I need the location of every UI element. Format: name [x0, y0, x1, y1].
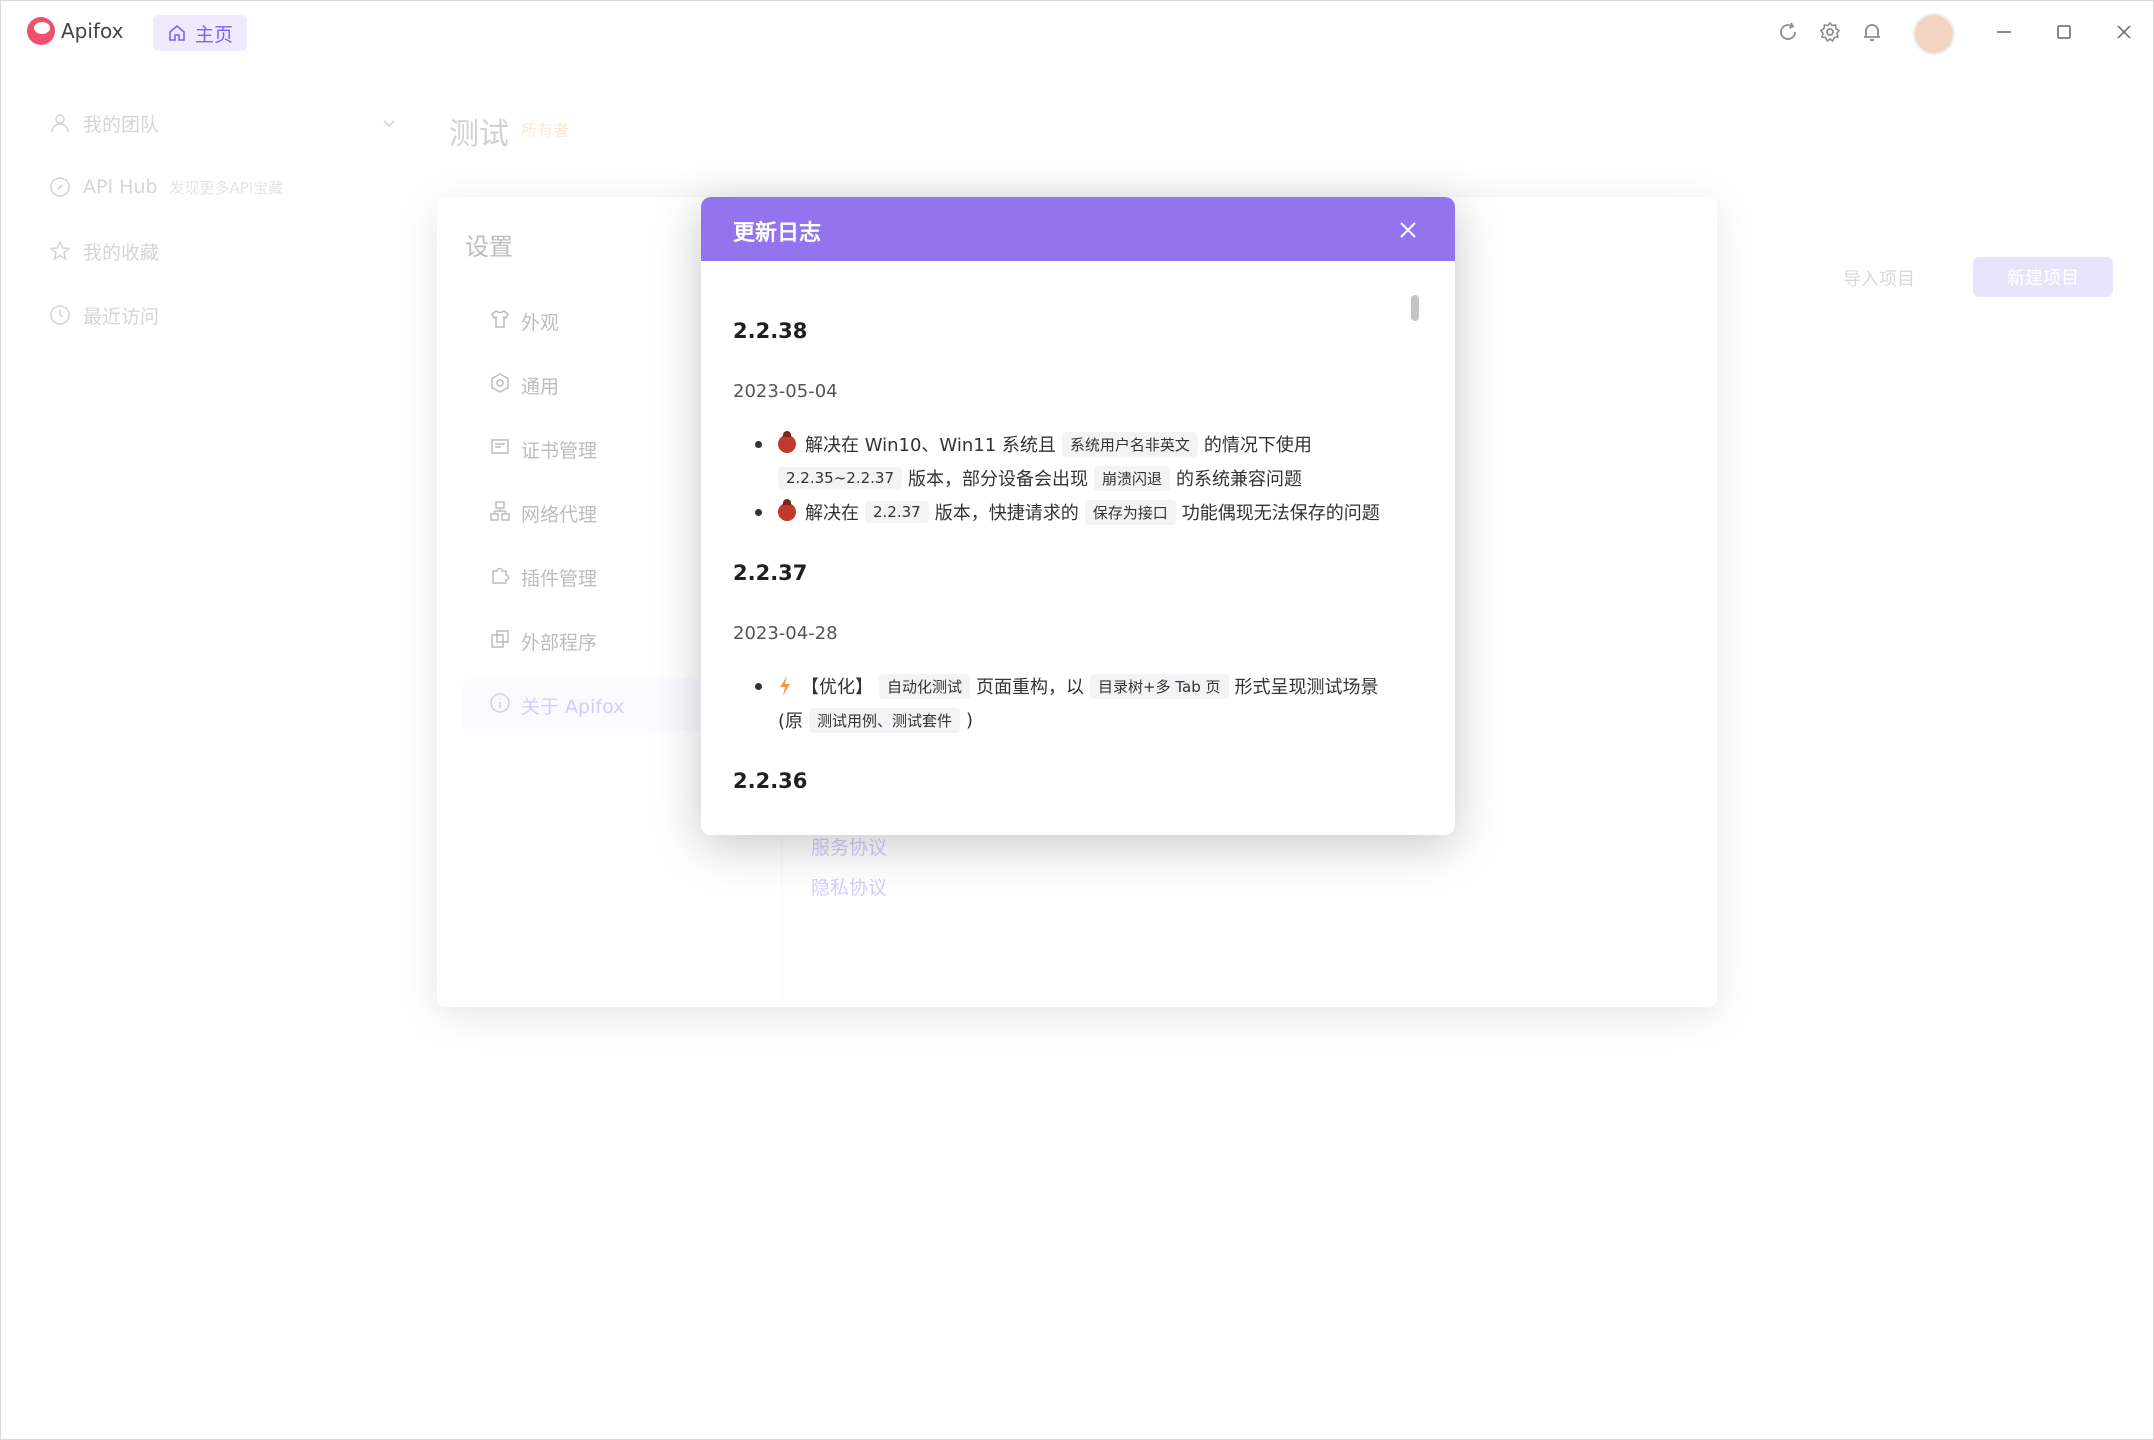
release-version: 2.2.38	[733, 319, 808, 343]
changelog-modal: 更新日志 2.2.38 2023-05-04 解决在 Win10、Win11 系…	[701, 197, 1455, 835]
release-version: 2.2.36	[733, 769, 808, 793]
list-item-text: 解决在	[805, 503, 859, 524]
sidebar-item-sub: 发现更多API宝藏	[169, 178, 284, 197]
star-icon	[49, 240, 71, 261]
bug-icon	[778, 499, 796, 521]
owner-badge: 所有者	[521, 121, 570, 140]
list-item: 解决在 2.2.37 版本，快捷请求的 保存为接口 功能偶现无法保存的问题	[733, 497, 1380, 527]
title-bar: Apifox 主页	[1, 1, 2153, 63]
clock-icon	[50, 305, 70, 325]
import-project-button[interactable]: 导入项目	[1843, 265, 1915, 291]
list-item-text: (原	[778, 711, 804, 732]
changelog-header: 更新日志	[701, 197, 1455, 261]
list-item-text: 形式呈现测试场景	[1234, 677, 1379, 698]
service-agreement-link[interactable]: 服务协议	[811, 833, 887, 860]
bug-icon	[778, 431, 796, 453]
list-item-text: 版本，部分设备会出现	[908, 469, 1088, 490]
release-version: 2.2.37	[733, 561, 808, 585]
bullet	[755, 440, 762, 448]
list-item-text: 【优化】	[801, 677, 873, 698]
list-item-text: 的情况下使用	[1203, 435, 1312, 456]
sidebar-item-team[interactable]: 我的团队	[49, 107, 397, 139]
inline-code: 测试用例、测试套件	[809, 707, 961, 733]
changelog-title: 更新日志	[733, 221, 822, 246]
info-icon	[489, 692, 511, 719]
network-icon	[489, 500, 511, 527]
inline-code: 2.2.35~2.2.37	[778, 467, 902, 489]
settings-menu-label: 关于 Apifox	[521, 695, 625, 718]
gear-icon[interactable]	[1817, 19, 1843, 45]
tab-home-label: 主页	[195, 23, 234, 46]
app-name: Apifox	[61, 19, 124, 43]
inline-code: 崩溃闪退	[1094, 465, 1171, 491]
settings-menu-label: 通用	[521, 375, 560, 398]
user-icon	[51, 114, 69, 133]
privacy-policy-link[interactable]: 隐私协议	[811, 873, 887, 900]
inline-code: 自动化测试	[879, 673, 971, 699]
sidebar-item-label: 我的收藏	[83, 241, 160, 264]
list-item-continuation: (原 测试用例、测试套件 )	[778, 705, 973, 735]
sidebar-item-recent[interactable]: 最近访问	[49, 299, 159, 331]
list-item-text: 功能偶现无法保存的问题	[1181, 503, 1380, 524]
shirt-icon	[489, 308, 511, 335]
sidebar-item-api-hub[interactable]: API Hub 发现更多API宝藏	[49, 171, 283, 203]
window-close-icon[interactable]	[2109, 17, 2139, 47]
inline-code: 保存为接口	[1084, 499, 1176, 525]
certificate-icon	[489, 436, 511, 463]
list-item: 解决在 Win10、Win11 系统且 系统用户名非英文 的情况下使用	[733, 429, 1312, 459]
apifox-logo-icon	[27, 17, 55, 45]
new-project-button[interactable]: 新建项目	[1973, 257, 2113, 297]
list-item-text: )	[966, 709, 974, 731]
bell-icon[interactable]	[1859, 19, 1885, 45]
settings-menu-label: 外部程序	[521, 631, 598, 654]
changelog-close-icon[interactable]	[1395, 217, 1421, 243]
settings-menu-label: 插件管理	[521, 567, 598, 590]
bullet	[755, 682, 762, 690]
app-window: Apifox 主页 我的团队 API Hub 发现更多API宝藏 我的收藏 最近…	[0, 0, 2154, 1440]
bullet	[755, 508, 762, 516]
puzzle-icon	[489, 564, 511, 591]
changelog-scrollbar[interactable]	[1411, 295, 1419, 321]
settings-menu-label: 外观	[521, 311, 560, 334]
list-item-text: 的系统兼容问题	[1176, 469, 1303, 490]
sidebar-item-label: API Hub	[83, 176, 158, 198]
external-window-icon	[489, 628, 511, 655]
hexagon-gear-icon	[489, 372, 511, 399]
list-item-text: 解决在 Win10、Win11 系统且	[805, 435, 1056, 456]
sidebar-item-label: 我的团队	[83, 113, 160, 136]
page-title: 测试	[449, 117, 509, 152]
sync-icon[interactable]	[1775, 19, 1801, 45]
user-avatar[interactable]	[1913, 13, 1955, 55]
list-item-continuation: 2.2.35~2.2.37 版本，部分设备会出现 崩溃闪退 的系统兼容问题	[778, 463, 1302, 493]
compass-icon	[50, 177, 70, 197]
list-item: 【优化】 自动化测试 页面重构，以 目录树+多 Tab 页 形式呈现测试场景	[733, 671, 1379, 701]
settings-title: 设置	[465, 233, 513, 261]
settings-menu-label: 证书管理	[521, 439, 598, 462]
list-item-text: 页面重构，以	[976, 677, 1085, 698]
tab-home[interactable]: 主页	[153, 15, 248, 51]
chevron-down-icon	[383, 120, 395, 128]
sidebar-item-label: 最近访问	[83, 305, 160, 328]
inline-code: 2.2.37	[865, 501, 929, 523]
inline-code: 系统用户名非英文	[1061, 431, 1198, 457]
inline-code: 目录树+多 Tab 页	[1090, 673, 1229, 699]
release-date: 2023-05-04	[733, 381, 838, 402]
list-item-text: 版本，快捷请求的	[934, 503, 1079, 524]
app-logo: Apifox	[27, 17, 123, 45]
settings-menu-label: 网络代理	[521, 503, 598, 526]
sidebar-item-favorites[interactable]: 我的收藏	[49, 235, 159, 267]
lightning-icon	[780, 676, 790, 696]
release-date: 2023-04-28	[733, 623, 838, 644]
minimize-icon[interactable]	[1989, 17, 2019, 47]
maximize-icon[interactable]	[2049, 17, 2079, 47]
home-icon	[169, 24, 185, 41]
